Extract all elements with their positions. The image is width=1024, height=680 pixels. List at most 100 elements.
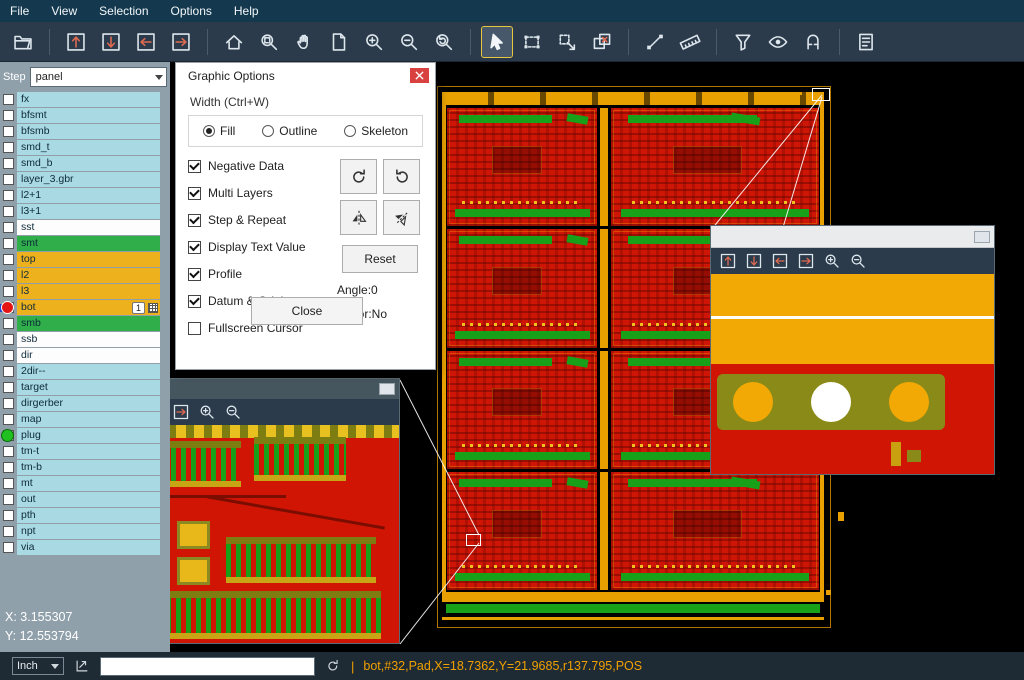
import-up-icon[interactable] xyxy=(61,27,91,57)
option-negative-data[interactable]: Negative Data xyxy=(188,159,337,173)
command-input[interactable] xyxy=(100,657,315,676)
unit-select[interactable]: Inch xyxy=(12,657,64,675)
snap-magnet-icon[interactable] xyxy=(798,27,828,57)
layer-visibility-checkbox[interactable] xyxy=(3,270,14,281)
option-multi-layers[interactable]: Multi Layers xyxy=(188,186,337,200)
snapshot-icon[interactable] xyxy=(324,27,354,57)
import-down-icon[interactable] xyxy=(743,250,765,272)
layer-row-tm-t[interactable]: tm-t xyxy=(0,444,160,459)
layer-visibility-checkbox[interactable] xyxy=(3,158,14,169)
measure-corner-icon[interactable] xyxy=(73,657,91,675)
zoom-previous-icon[interactable] xyxy=(429,27,459,57)
layer-visibility-checkbox[interactable] xyxy=(3,222,14,233)
layer-visibility-checkbox[interactable] xyxy=(3,286,14,297)
layer-row-mt[interactable]: mt xyxy=(0,476,160,491)
layer-name[interactable]: 2dir-- xyxy=(17,364,160,379)
layer-row-l2+1[interactable]: l2+1 xyxy=(0,188,160,203)
layer-name[interactable]: dirgerber xyxy=(17,396,160,411)
layer-row-layer_3.gbr[interactable]: layer_3.gbr xyxy=(0,172,160,187)
layer-visibility-checkbox[interactable] xyxy=(3,382,14,393)
layer-name[interactable]: l2+1 xyxy=(17,188,160,203)
menu-item-view[interactable]: View xyxy=(51,4,77,18)
layer-visibility-checkbox[interactable] xyxy=(3,94,14,105)
layer-visibility-checkbox[interactable] xyxy=(3,126,14,137)
import-left-icon[interactable] xyxy=(769,250,791,272)
layer-row-fx[interactable]: fx xyxy=(0,92,160,107)
layer-name[interactable]: smd_b xyxy=(17,156,160,171)
layer-row-smd_t[interactable]: smd_t xyxy=(0,140,160,155)
layer-visibility-checkbox[interactable] xyxy=(3,366,14,377)
zoom-window-icon[interactable] xyxy=(254,27,284,57)
rotate-cw-button[interactable] xyxy=(340,159,377,194)
layer-name[interactable]: top xyxy=(17,252,160,267)
layer-name[interactable]: bfsmb xyxy=(17,124,160,139)
layer-row-npt[interactable]: npt xyxy=(0,524,160,539)
step-select[interactable]: panel xyxy=(30,67,167,87)
refresh-icon[interactable] xyxy=(324,657,342,675)
layer-row-target[interactable]: target xyxy=(0,380,160,395)
layer-visibility-checkbox[interactable] xyxy=(3,350,14,361)
layer-visibility-checkbox[interactable] xyxy=(3,174,14,185)
layer-visibility-checkbox[interactable] xyxy=(3,254,14,265)
option-profile[interactable]: Profile xyxy=(188,267,337,281)
layer-row-dirgerber[interactable]: dirgerber xyxy=(0,396,160,411)
mirror-horizontal-button[interactable] xyxy=(340,200,377,235)
report-list-icon[interactable] xyxy=(851,27,881,57)
option-step-repeat[interactable]: Step & Repeat xyxy=(188,213,337,227)
cursor-select-icon[interactable] xyxy=(482,27,512,57)
width-mode-outline[interactable]: Outline xyxy=(262,124,317,138)
zoom-in-icon[interactable] xyxy=(359,27,389,57)
layer-visibility-checkbox[interactable] xyxy=(3,318,14,329)
layer-visibility-checkbox[interactable] xyxy=(3,190,14,201)
close-button[interactable]: Close xyxy=(251,297,363,325)
layer-name[interactable]: map xyxy=(17,412,160,427)
layer-row-tm-b[interactable]: tm-b xyxy=(0,460,160,475)
menu-item-help[interactable]: Help xyxy=(234,4,259,18)
layer-row-smt[interactable]: smt xyxy=(0,236,160,251)
layer-name[interactable]: bfsmt xyxy=(17,108,160,123)
layer-name[interactable]: l3 xyxy=(17,284,160,299)
layer-row-pth[interactable]: pth xyxy=(0,508,160,523)
layer-row-bfsmt[interactable]: bfsmt xyxy=(0,108,160,123)
layer-row-out[interactable]: out xyxy=(0,492,160,507)
layer-visibility-checkbox[interactable] xyxy=(3,334,14,345)
layer-visibility-checkbox[interactable] xyxy=(3,398,14,409)
layer-visibility-checkbox[interactable] xyxy=(3,462,14,473)
layer-name[interactable]: smb xyxy=(17,316,160,331)
layer-name[interactable]: plug xyxy=(17,428,160,443)
layer-row-dir[interactable]: dir xyxy=(0,348,160,363)
layer-row-l2[interactable]: l2 xyxy=(0,268,160,283)
menu-item-options[interactable]: Options xyxy=(171,4,212,18)
overlay-compare-icon[interactable] xyxy=(587,27,617,57)
area-select-icon[interactable] xyxy=(517,27,547,57)
menu-item-selection[interactable]: Selection xyxy=(99,4,148,18)
layer-visibility-checkbox[interactable] xyxy=(3,142,14,153)
width-mode-fill[interactable]: Fill xyxy=(203,124,235,138)
pan-hand-icon[interactable] xyxy=(289,27,319,57)
layer-name[interactable]: target xyxy=(17,380,160,395)
import-up-icon[interactable] xyxy=(717,250,739,272)
layer-visibility-checkbox[interactable] xyxy=(3,494,14,505)
layer-name[interactable]: smd_t xyxy=(17,140,160,155)
width-mode-skeleton[interactable]: Skeleton xyxy=(344,124,408,138)
layer-visibility-checkbox[interactable] xyxy=(3,110,14,121)
open-folder-icon[interactable] xyxy=(8,27,38,57)
layer-name[interactable]: dir xyxy=(17,348,160,363)
layer-visibility-checkbox[interactable] xyxy=(3,206,14,217)
layer-row-plug[interactable]: plug xyxy=(0,428,160,443)
magnifier-titlebar[interactable] xyxy=(711,226,994,248)
import-right-icon[interactable] xyxy=(166,27,196,57)
layer-name[interactable]: out xyxy=(17,492,160,507)
layer-name[interactable]: l3+1 xyxy=(17,204,160,219)
highlight-eye-icon[interactable] xyxy=(763,27,793,57)
rotate-ccw-button[interactable] xyxy=(383,159,420,194)
layer-row-map[interactable]: map xyxy=(0,412,160,427)
restore-icon[interactable] xyxy=(974,231,990,243)
layer-name[interactable]: bot1 xyxy=(17,300,160,315)
layer-row-bfsmb[interactable]: bfsmb xyxy=(0,124,160,139)
transform-select-icon[interactable] xyxy=(552,27,582,57)
layer-visibility-checkbox[interactable] xyxy=(3,542,14,553)
close-icon[interactable] xyxy=(410,68,429,83)
home-icon[interactable] xyxy=(219,27,249,57)
layer-name[interactable]: layer_3.gbr xyxy=(17,172,160,187)
